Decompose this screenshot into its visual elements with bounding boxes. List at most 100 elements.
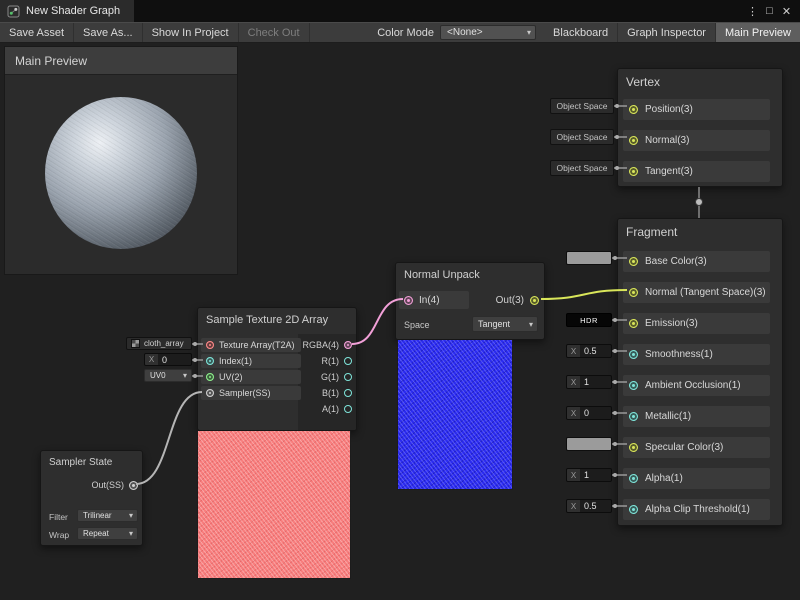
cloth-array-texture-field[interactable]: cloth_array [126, 337, 192, 350]
metallic-field[interactable]: X 0 [566, 406, 612, 420]
fragment-row-smoothness[interactable]: Smoothness(1) [623, 344, 770, 365]
uv-channel-dropdown[interactable]: UV0 [144, 369, 192, 382]
save-asset-button[interactable]: Save Asset [0, 23, 74, 42]
g-label: G(1) [321, 372, 339, 382]
vertex-fragment-link[interactable] [696, 187, 703, 218]
vertex-node[interactable]: Vertex Position(3) Normal(3) Tangent(3) [617, 68, 783, 187]
blackboard-button[interactable]: Blackboard [544, 23, 618, 42]
wrap-dropdown[interactable]: Repeat [77, 527, 138, 540]
output-row-a[interactable]: A(1) [298, 402, 356, 416]
normal-unpack-node[interactable]: Normal Unpack In(4) Out(3) Space Tangent [395, 262, 545, 340]
output-row-g[interactable]: G(1) [298, 370, 356, 384]
main-preview-button[interactable]: Main Preview [716, 23, 800, 42]
output-row-b[interactable]: B(1) [298, 386, 356, 400]
specular-color-port[interactable] [629, 443, 638, 452]
maximize-icon[interactable]: □ [761, 0, 778, 22]
fragment-row-alpha-clip[interactable]: Alpha Clip Threshold(1) [623, 499, 770, 520]
ambient-occlusion-label: Ambient Occlusion(1) [645, 380, 741, 391]
window-tab[interactable]: New Shader Graph [0, 0, 134, 22]
wire-out-to-normal[interactable] [541, 290, 627, 299]
fragment-row-ambient-occlusion[interactable]: Ambient Occlusion(1) [623, 375, 770, 396]
b-label: B(1) [322, 388, 339, 398]
normal-tangent-port[interactable] [629, 288, 638, 297]
sample-node-title: Sample Texture 2D Array [198, 308, 356, 332]
filter-label: Filter [49, 512, 68, 522]
alpha-port[interactable] [629, 474, 638, 483]
show-in-project-button[interactable]: Show In Project [143, 23, 239, 42]
position-port[interactable] [629, 105, 638, 114]
metallic-value[interactable]: 0 [580, 407, 611, 419]
fragment-row-alpha[interactable]: Alpha(1) [623, 468, 770, 489]
alpha-clip-value[interactable]: 0.5 [580, 500, 611, 512]
vertex-row-normal[interactable]: Normal(3) [623, 130, 770, 151]
texture-array-port[interactable] [206, 341, 214, 349]
graph-canvas[interactable]: Vertex Position(3) Normal(3) Tangent(3) … [0, 0, 800, 600]
input-row-texture-array[interactable]: Texture Array(T2A) [201, 338, 301, 352]
sampler-state-out-row[interactable]: Out(SS) [91, 477, 138, 493]
uv-label: UV(2) [219, 372, 243, 382]
main-preview-panel[interactable]: Main Preview [4, 46, 238, 275]
alpha-label: Alpha(1) [645, 473, 683, 484]
g-port[interactable] [344, 373, 352, 381]
vertex-row-tangent[interactable]: Tangent(3) [623, 161, 770, 182]
fragment-row-base-color[interactable]: Base Color(3) [623, 251, 770, 272]
normal-unpack-out-row[interactable]: Out(3) [496, 291, 539, 309]
index-port[interactable] [206, 357, 214, 365]
sampler-port[interactable] [206, 389, 214, 397]
ambient-occlusion-value[interactable]: 1 [580, 376, 611, 388]
ambient-occlusion-port[interactable] [629, 381, 638, 390]
index-value[interactable]: 0 [158, 354, 191, 365]
alpha-clip-field[interactable]: X 0.5 [566, 499, 612, 513]
alpha-clip-port[interactable] [629, 505, 638, 514]
metallic-port[interactable] [629, 412, 638, 421]
sampler-state-node[interactable]: Sampler State Out(SS) Filter Trilinear W… [40, 450, 143, 546]
position-label: Position(3) [645, 104, 693, 115]
in-port[interactable] [404, 296, 413, 305]
smoothness-value[interactable]: 0.5 [580, 345, 611, 357]
rgba-port[interactable] [344, 341, 352, 349]
sample-texture-2d-array-node[interactable]: Sample Texture 2D Array RGBA(4) R(1) G(1… [197, 307, 357, 431]
base-color-label: Base Color(3) [645, 256, 707, 267]
smoothness-port[interactable] [629, 350, 638, 359]
out-port[interactable] [530, 296, 539, 305]
save-as-button[interactable]: Save As... [74, 23, 143, 42]
base-color-port[interactable] [629, 257, 638, 266]
color-mode-dropdown[interactable]: <None> [440, 25, 536, 40]
wire-sampler-state[interactable] [136, 392, 202, 484]
alpha-field[interactable]: X 1 [566, 468, 612, 482]
base-color-swatch[interactable] [566, 251, 612, 265]
position-space-box: Object Space [550, 98, 614, 114]
filter-dropdown[interactable]: Trilinear [77, 509, 138, 522]
input-row-index[interactable]: Index(1) [201, 354, 301, 368]
input-row-uv[interactable]: UV(2) [201, 370, 301, 384]
tangent-port[interactable] [629, 167, 638, 176]
graph-inspector-button[interactable]: Graph Inspector [618, 23, 716, 42]
a-port[interactable] [344, 405, 352, 413]
fragment-row-specular-color[interactable]: Specular Color(3) [623, 437, 770, 458]
space-dropdown[interactable]: Tangent [472, 316, 538, 332]
more-icon[interactable]: ⋮ [744, 0, 761, 22]
specular-color-swatch[interactable] [566, 437, 612, 451]
close-icon[interactable]: ✕ [778, 0, 795, 22]
fragment-row-normal[interactable]: Normal (Tangent Space)(3) [623, 282, 770, 303]
alpha-value[interactable]: 1 [580, 469, 611, 481]
ambient-occlusion-field[interactable]: X 1 [566, 375, 612, 389]
fragment-row-emission[interactable]: Emission(3) [623, 313, 770, 334]
normal-port[interactable] [629, 136, 638, 145]
b-port[interactable] [344, 389, 352, 397]
normal-unpack-in-row[interactable]: In(4) [399, 291, 469, 309]
input-row-sampler[interactable]: Sampler(SS) [201, 386, 301, 400]
fragment-row-metallic[interactable]: Metallic(1) [623, 406, 770, 427]
index-field[interactable]: X 0 [144, 353, 192, 366]
output-row-rgba[interactable]: RGBA(4) [298, 338, 356, 352]
main-preview-header[interactable]: Main Preview [5, 47, 237, 75]
output-row-r[interactable]: R(1) [298, 354, 356, 368]
fragment-node[interactable]: Fragment Base Color(3) Normal (Tangent S… [617, 218, 783, 526]
out-ss-port[interactable] [129, 481, 138, 490]
uv-port[interactable] [206, 373, 214, 381]
r-port[interactable] [344, 357, 352, 365]
vertex-row-position[interactable]: Position(3) [623, 99, 770, 120]
smoothness-field[interactable]: X 0.5 [566, 344, 612, 358]
emission-port[interactable] [629, 319, 638, 328]
emission-hdr-field[interactable]: HDR [566, 313, 612, 327]
